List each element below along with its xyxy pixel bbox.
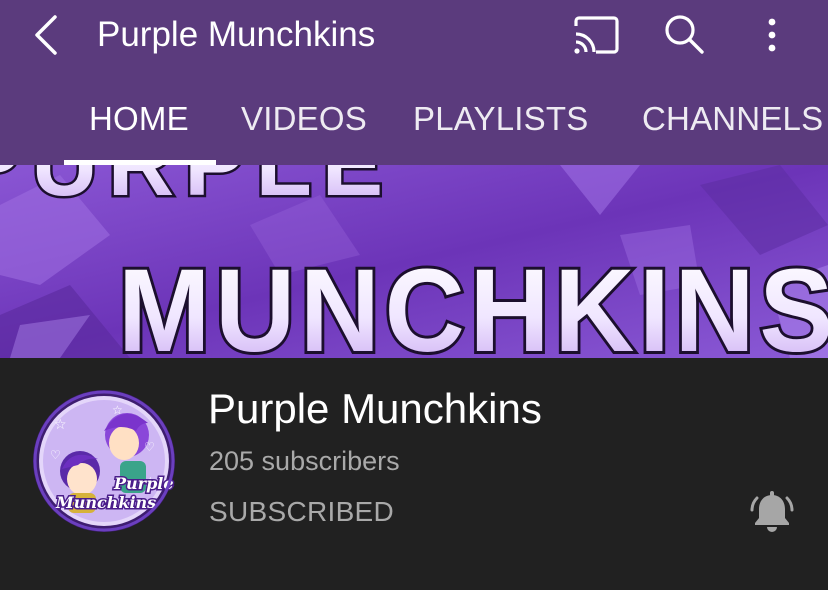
channel-tabs: HOME VIDEOS PLAYLISTS CHANNELS (0, 72, 828, 165)
avatar[interactable]: ☆ ♡ ♡ ☆ ☆ Purple Munchkins (32, 389, 176, 533)
page-title: Purple Munchkins (97, 15, 376, 54)
channel-header: Purple Munchkins HOME VIDEOS PLAYLISTS C… (0, 0, 828, 165)
search-icon (665, 15, 704, 54)
back-button[interactable] (26, 12, 70, 58)
channel-banner: PURPLE MUNCHKINS (0, 165, 828, 358)
more-options-button[interactable] (752, 12, 792, 58)
back-arrow-icon (35, 15, 57, 55)
search-button[interactable] (660, 10, 708, 58)
subscribed-button[interactable]: SUBSCRIBED (209, 495, 394, 529)
app-bar: Purple Munchkins (0, 0, 828, 72)
notification-bell-button[interactable] (748, 488, 796, 536)
channel-name: Purple Munchkins (208, 385, 542, 432)
tab-videos[interactable]: VIDEOS (241, 72, 367, 165)
cast-icon (574, 16, 619, 54)
cast-button[interactable] (570, 12, 622, 58)
notification-bell-icon (750, 491, 794, 532)
banner-line2: MUNCHKINS (118, 245, 828, 358)
svg-text:☆: ☆ (112, 403, 123, 417)
banner-line1: PURPLE (0, 165, 393, 215)
more-vert-icon (768, 18, 776, 52)
avatar-text-line1: Purple (113, 474, 174, 493)
svg-text:♡: ♡ (144, 440, 155, 454)
svg-text:♡: ♡ (50, 448, 61, 462)
tab-playlists[interactable]: PLAYLISTS (413, 72, 588, 165)
avatar-text-line2: Munchkins (55, 493, 156, 512)
channel-info: ☆ ♡ ♡ ☆ ☆ Purple Munchkins Purple Munchk… (0, 358, 828, 590)
banner-artwork: PURPLE MUNCHKINS (0, 165, 828, 358)
tab-channels[interactable]: CHANNELS (642, 72, 823, 165)
tab-home[interactable]: HOME (89, 72, 189, 165)
svg-text:☆: ☆ (54, 417, 67, 433)
avatar-artwork: ☆ ♡ ♡ ☆ ☆ Purple Munchkins (33, 390, 175, 532)
subscriber-count: 205 subscribers (209, 446, 400, 476)
